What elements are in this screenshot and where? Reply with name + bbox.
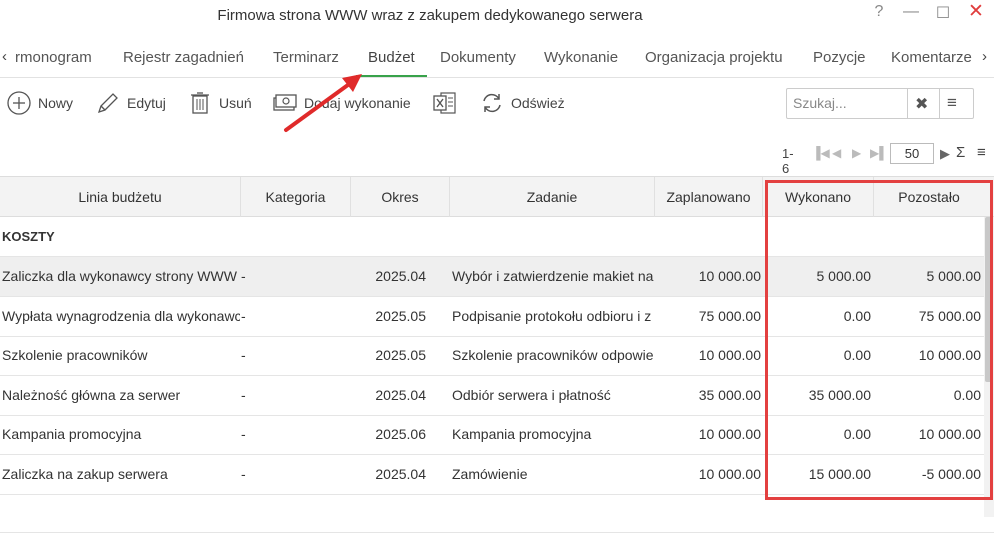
cell-category: - <box>241 268 246 284</box>
edit-button[interactable]: Edytuj <box>95 86 166 120</box>
last-page-icon[interactable]: ▶▌ <box>870 146 888 160</box>
edit-label: Edytuj <box>127 95 166 111</box>
clear-search-icon[interactable]: ✖ <box>915 94 928 114</box>
next-page-icon[interactable]: ▶ <box>852 146 861 160</box>
refresh-icon <box>479 90 505 116</box>
annotation-arrow-icon <box>284 74 362 132</box>
pencil-icon <box>95 90 121 116</box>
cell-budget-line: Zaliczka na zakup serwera <box>2 465 168 482</box>
cell-planned: 35 000.00 <box>698 386 761 403</box>
tab-comments[interactable]: Komentarze <box>891 49 972 66</box>
column-header-budget-line[interactable]: Linia budżetu <box>0 177 241 217</box>
tab-bar: ‹ rmonogram Rejestr zagadnień Terminarz … <box>0 40 994 78</box>
delete-button[interactable]: Usuń <box>187 86 252 120</box>
tab-harmonogram[interactable]: rmonogram <box>15 49 92 66</box>
prev-page-icon[interactable]: ◀ <box>832 146 841 160</box>
search-menu-icon[interactable]: ≡ <box>947 93 957 113</box>
cell-period: 2025.05 <box>375 307 426 324</box>
first-page-icon[interactable]: ▐◀ <box>812 146 830 160</box>
group-label: KOSZTY <box>2 229 55 244</box>
highlight-box <box>765 180 993 500</box>
title-bar: Firmowa strona WWW wraz z zakupem dedyko… <box>0 0 994 34</box>
cell-category: - <box>241 307 246 324</box>
tab-project-organization[interactable]: Organizacja projektu <box>645 49 783 66</box>
cell-period: 2025.04 <box>375 386 426 403</box>
help-button[interactable]: ? <box>868 3 890 21</box>
cell-planned: 75 000.00 <box>698 307 761 324</box>
next-page-arrow-icon[interactable]: ▶ <box>940 146 950 162</box>
column-header-category[interactable]: Kategoria <box>241 177 351 217</box>
new-label: Nowy <box>38 95 74 111</box>
excel-export-icon <box>432 90 458 116</box>
maximize-button[interactable]: ☐ <box>932 3 954 23</box>
new-button[interactable]: Nowy <box>6 86 73 120</box>
cell-period: 2025.04 <box>375 465 426 482</box>
cell-category: - <box>241 347 246 363</box>
cell-period: 2025.04 <box>375 268 426 284</box>
cell-task: Zamówienie <box>452 465 528 482</box>
minimize-button[interactable]: — <box>900 3 922 21</box>
tab-execution[interactable]: Wykonanie <box>544 49 618 66</box>
tab-schedule[interactable]: Terminarz <box>273 49 339 66</box>
tab-items[interactable]: Pozycje <box>813 49 866 66</box>
trash-icon <box>187 90 213 116</box>
window-title: Firmowa strona WWW wraz z zakupem dedyko… <box>217 7 643 24</box>
cell-budget-line: Zaliczka dla wykonawcy strony WWW <box>2 268 237 284</box>
tab-documents[interactable]: Dokumenty <box>440 49 516 66</box>
column-header-period[interactable]: Okres <box>351 177 450 217</box>
tab-scroll-right-icon[interactable]: › <box>982 48 987 65</box>
column-header-task[interactable]: Zadanie <box>450 177 655 217</box>
search-box: ✖ ≡ <box>786 88 974 119</box>
table-footer-border <box>0 532 994 533</box>
cell-period: 2025.06 <box>375 426 426 442</box>
tab-budget[interactable]: Budżet <box>368 49 415 66</box>
cell-task: Wybór i zatwierdzenie makiet na <box>452 268 654 284</box>
cell-planned: 10 000.00 <box>698 268 761 284</box>
cell-task: Szkolenie pracowników odpowie <box>452 347 654 363</box>
cell-category: - <box>241 386 246 403</box>
search-input[interactable] <box>793 95 903 111</box>
cell-planned: 10 000.00 <box>698 465 761 482</box>
cell-planned: 10 000.00 <box>698 347 761 363</box>
page-size-input[interactable]: 50 <box>890 143 934 164</box>
delete-label: Usuń <box>219 95 252 111</box>
plus-circle-icon <box>6 90 32 116</box>
cell-budget-line: Należność główna za serwer <box>2 386 181 403</box>
search-divider <box>907 89 908 118</box>
sum-icon[interactable]: Σ <box>956 144 965 161</box>
refresh-label: Odśwież <box>511 95 565 111</box>
close-button[interactable]: ✕ <box>965 0 987 23</box>
cell-budget-line: Szkolenie pracowników <box>2 347 148 363</box>
cell-category: - <box>241 426 246 442</box>
cell-budget-line: Kampania promocyjna <box>2 426 142 442</box>
refresh-button[interactable]: Odśwież <box>479 86 565 120</box>
tab-issue-register[interactable]: Rejestr zagadnień <box>123 49 244 66</box>
cell-planned: 10 000.00 <box>698 426 761 442</box>
excel-export-button[interactable] <box>432 86 458 120</box>
cell-task: Podpisanie protokołu odbioru i z <box>452 307 652 324</box>
cell-task: Odbiór serwera i płatność <box>452 386 611 403</box>
cell-category: - <box>241 465 246 482</box>
pager-range: 1-6 <box>782 146 794 176</box>
columns-menu-icon[interactable]: ≡ <box>977 144 986 161</box>
search-divider <box>939 89 940 118</box>
column-header-planned[interactable]: Zaplanowano <box>655 177 763 217</box>
cell-task: Kampania promocyjna <box>452 426 592 442</box>
cell-period: 2025.05 <box>375 347 426 363</box>
cell-budget-line: Wypłata wynagrodzenia dla wykonawc <box>2 307 240 324</box>
tab-scroll-left-icon[interactable]: ‹ <box>2 48 7 65</box>
